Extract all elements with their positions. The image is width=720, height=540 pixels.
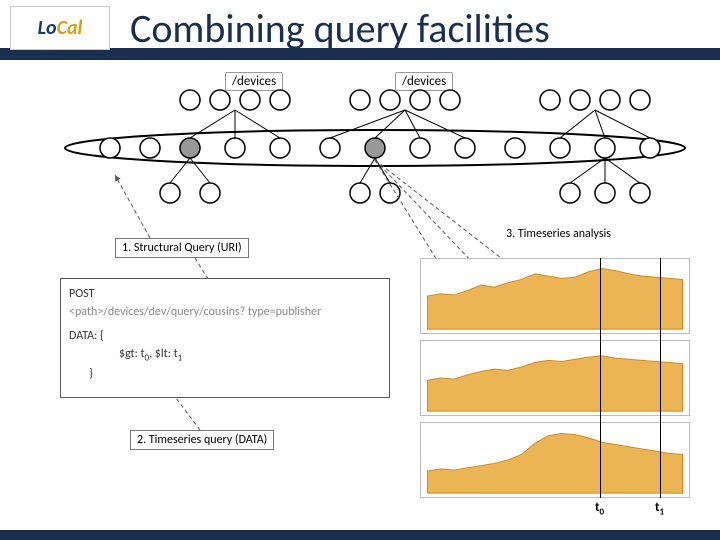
code-gt: $gt: t — [119, 347, 145, 361]
step-2-label: 2. Timeseries query (DATA) — [130, 430, 274, 450]
time-line-t1 — [660, 258, 661, 498]
step-1-label: 1. Structural Query (URI) — [115, 238, 249, 258]
logo-lo: Lo — [38, 16, 57, 40]
mini-chart-0 — [420, 258, 690, 334]
time-label-t0: t0 — [595, 500, 604, 518]
tree-diagram — [60, 68, 690, 208]
code-lt-sub: 1 — [178, 352, 183, 363]
logo-cal: Cal — [57, 16, 83, 40]
code-post: POST — [69, 287, 94, 301]
mini-chart-1 — [420, 340, 690, 416]
code-data-label: DATA: { — [69, 329, 104, 343]
header: LoCal Combining query facilities — [0, 0, 720, 60]
tree-svg — [60, 88, 690, 208]
footer-bar — [0, 530, 720, 540]
step-3-label: 3. Timeseries analysis — [500, 225, 617, 243]
mini-chart-2 — [420, 422, 690, 498]
code-close: } — [89, 367, 93, 381]
time-label-t1: t1 — [655, 500, 664, 518]
logo: LoCal — [10, 6, 110, 50]
code-path: <path>/devices/dev/query/cousins? type=p… — [69, 305, 321, 319]
charts-panel — [420, 258, 700, 508]
page-title: Combining query facilities — [130, 4, 550, 53]
code-lt: $lt: t — [155, 347, 178, 361]
query-code-box: POST <path>/devices/dev/query/cousins? t… — [60, 278, 390, 398]
time-line-t0 — [600, 258, 601, 498]
